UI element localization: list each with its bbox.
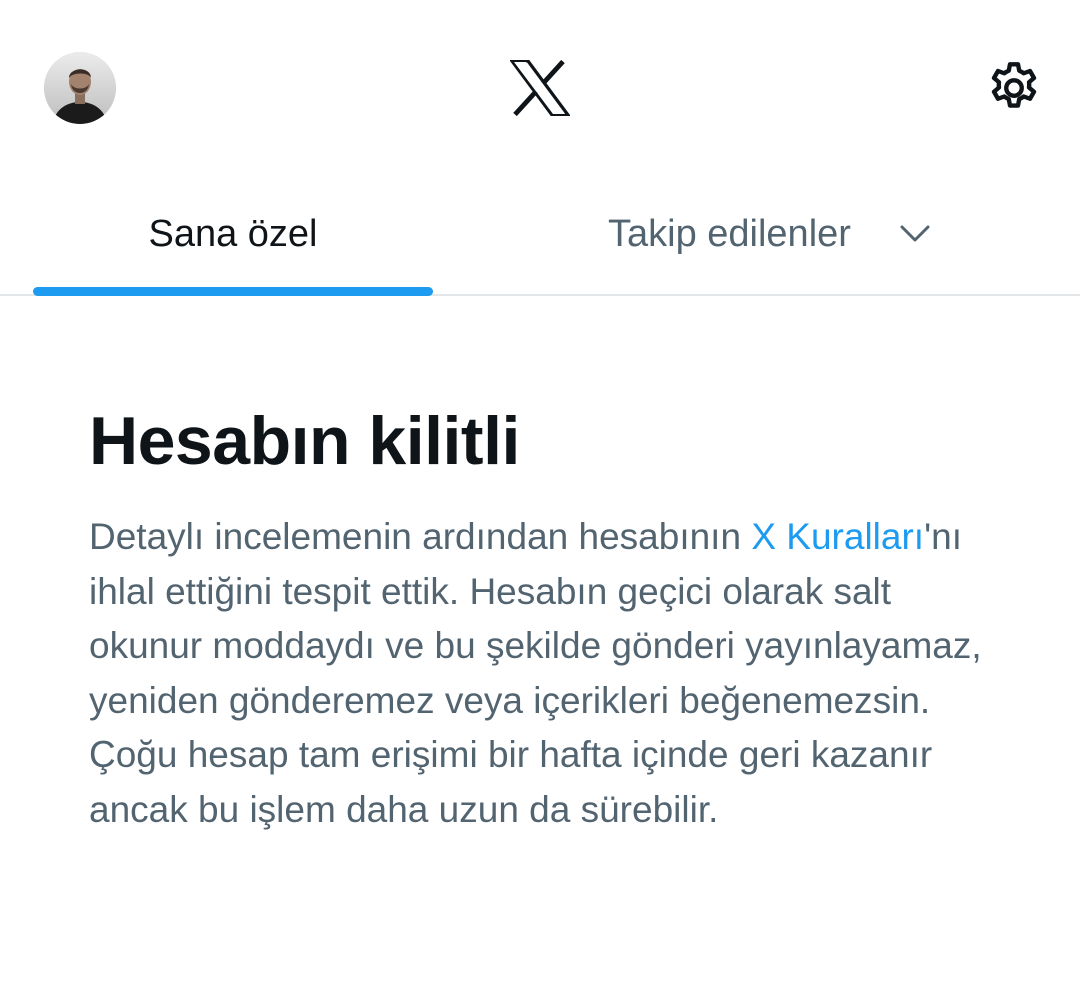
- x-rules-link[interactable]: X Kuralları: [751, 516, 924, 557]
- notice-title: Hesabın kilitli: [89, 403, 520, 479]
- chevron-down-icon[interactable]: [898, 218, 932, 248]
- notice-body-rest: 'nı ihlal ettiğini tespit ettik. Hesabın…: [89, 516, 982, 830]
- tab-for-you[interactable]: Sana özel: [33, 180, 433, 296]
- tab-following-label: Takip edilenler: [608, 213, 851, 255]
- gear-icon[interactable]: [984, 58, 1044, 118]
- avatar[interactable]: [44, 52, 116, 124]
- top-bar: [0, 0, 1080, 180]
- account-locked-notice: Hesabın kilitli Detaylı incelemenin ardı…: [89, 394, 1019, 837]
- tab-for-you-label: Sana özel: [148, 213, 318, 255]
- notice-body: Detaylı incelemenin ardından hesabının X…: [89, 510, 999, 837]
- avatar-photo: [44, 52, 116, 124]
- timeline-tabs: Sana özel Takip edilenler: [0, 180, 1080, 296]
- x-logo-icon[interactable]: [510, 60, 570, 116]
- active-tab-indicator: [33, 287, 433, 296]
- tab-following[interactable]: Takip edilenler: [556, 180, 976, 296]
- notice-body-intro: Detaylı incelemenin ardından hesabının: [89, 516, 752, 557]
